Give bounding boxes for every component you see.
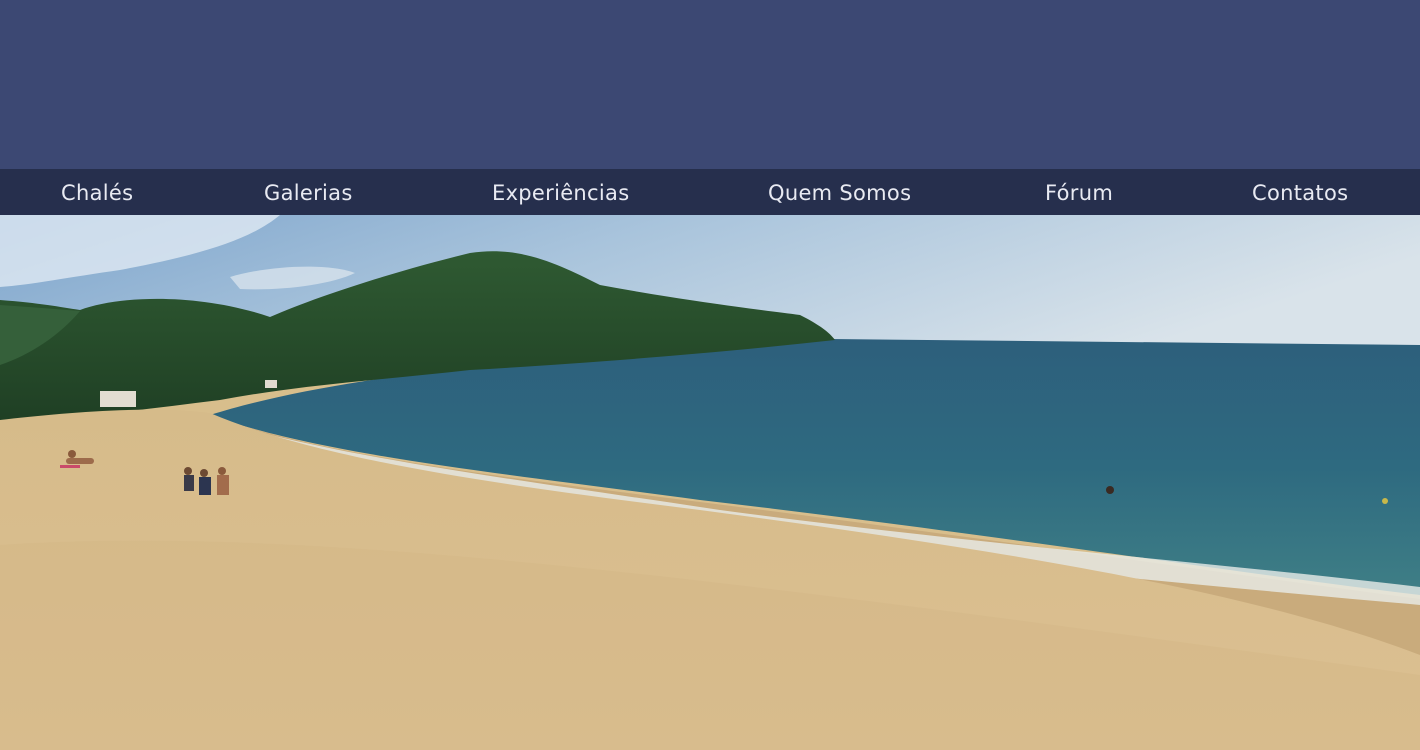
- beach-panorama-illustration: [0, 215, 1420, 750]
- nav-item-experiencias[interactable]: Experiências: [492, 169, 629, 215]
- hero-beach-image: [0, 215, 1420, 750]
- nav-item-forum[interactable]: Fórum: [1045, 169, 1113, 215]
- main-navigation: Chalés Galerias Experiências Quem Somos …: [0, 169, 1420, 215]
- nav-item-galerias[interactable]: Galerias: [264, 169, 353, 215]
- nav-item-chales[interactable]: Chalés: [61, 169, 133, 215]
- header-banner: [0, 0, 1420, 169]
- nav-item-contatos[interactable]: Contatos: [1252, 169, 1348, 215]
- nav-item-quem-somos[interactable]: Quem Somos: [768, 169, 911, 215]
